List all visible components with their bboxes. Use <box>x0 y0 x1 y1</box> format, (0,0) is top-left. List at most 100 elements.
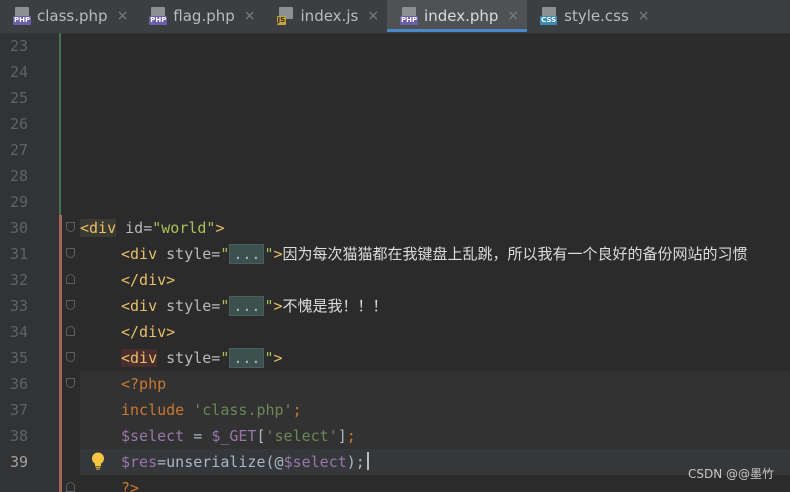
code-editor[interactable]: <div id="world"> <div style="... ">因为每次猫猫… <box>80 33 790 492</box>
line-number: 26 <box>9 115 28 133</box>
variable: $select <box>283 453 347 471</box>
code-line-36: <?php <box>121 371 166 397</box>
string-literal: 'class.php' <box>184 401 293 419</box>
close-icon[interactable]: × <box>638 8 650 24</box>
html-tag-close: > <box>273 349 283 367</box>
html-tag: <div <box>121 245 158 263</box>
code-line-38: $select = $_GET['select']; <box>121 423 356 449</box>
line-number: 28 <box>9 167 28 185</box>
vcs-change-marker-modified[interactable] <box>59 215 62 492</box>
php-file-icon: PHP <box>400 7 420 25</box>
quote: " <box>264 297 274 315</box>
tab-style-css[interactable]: CSS style.css × <box>527 0 657 32</box>
html-attribute: style= <box>157 245 221 263</box>
bracket: [ <box>256 427 266 445</box>
editor-tab-bar: PHP class.php × PHP flag.php × JS index.… <box>0 0 790 34</box>
bracket: ] <box>337 427 347 445</box>
code-line-30: <div id="world"> <box>80 215 225 241</box>
call-end: ); <box>346 453 365 471</box>
folded-placeholder[interactable]: ... <box>229 348 265 368</box>
line-number: 31 <box>9 245 28 263</box>
tab-label: index.php <box>424 7 499 25</box>
close-icon[interactable]: × <box>117 8 129 24</box>
function-call: =unserialize(@ <box>157 453 284 471</box>
folded-placeholder[interactable]: ... <box>229 244 265 264</box>
php-file-icon: PHP <box>149 7 169 25</box>
html-tag: </div> <box>121 323 176 341</box>
semicolon: ; <box>346 427 356 445</box>
tab-label: style.css <box>564 7 629 25</box>
line-number: 37 <box>9 401 28 419</box>
variable: $res <box>121 453 158 471</box>
vcs-change-marker-added[interactable] <box>59 33 61 215</box>
fold-marker-icon[interactable] <box>66 248 75 258</box>
line-number: 38 <box>9 427 28 445</box>
code-line-32: </div> <box>121 267 175 293</box>
line-number: 25 <box>9 89 28 107</box>
text-content: 不愧是我！！！ <box>282 297 388 315</box>
html-tag: <div <box>80 219 117 237</box>
fold-marker-icon[interactable] <box>66 482 75 492</box>
html-tag: <div <box>121 297 158 315</box>
quote: " <box>264 349 274 367</box>
line-number: 32 <box>9 271 28 289</box>
text-caret <box>366 452 369 470</box>
code-line-34: </div> <box>121 319 175 345</box>
html-attribute: id= <box>116 219 153 237</box>
close-icon[interactable]: × <box>244 8 256 24</box>
code-line-37: include 'class.php'; <box>121 397 302 423</box>
lightbulb-icon[interactable] <box>91 452 105 470</box>
close-icon[interactable]: × <box>367 8 379 24</box>
php-file-icon: PHP <box>13 7 33 25</box>
quote: " <box>264 245 274 263</box>
html-tag: </div> <box>121 271 176 289</box>
php-open-tag: <?php <box>121 375 167 393</box>
line-number-current: 39 <box>9 453 28 471</box>
string-literal: 'select' <box>265 427 338 445</box>
line-number: 23 <box>9 37 28 55</box>
fold-marker-icon[interactable] <box>66 326 75 336</box>
tab-label: index.js <box>300 7 359 25</box>
html-tag-close: > <box>273 297 283 315</box>
html-attribute: style= <box>157 297 221 315</box>
html-tag: <div <box>121 349 158 367</box>
code-line-33: <div style="... ">不愧是我！！！ <box>121 293 388 319</box>
fold-marker-icon[interactable] <box>66 222 75 232</box>
line-number: 36 <box>9 375 28 393</box>
line-number: 35 <box>9 349 28 367</box>
attribute-value: "world" <box>152 219 216 237</box>
keyword: include <box>121 401 185 419</box>
tab-label: class.php <box>37 7 108 25</box>
fold-marker-icon[interactable] <box>66 274 75 284</box>
code-line-40: ?> <box>121 475 139 492</box>
close-icon[interactable]: × <box>507 8 519 24</box>
js-file-icon: JS <box>276 7 297 25</box>
html-attribute: style= <box>157 349 221 367</box>
line-number: 34 <box>9 323 28 341</box>
line-number-gutter[interactable]: 23 24 25 26 27 28 29 30 31 32 33 34 35 3… <box>0 33 60 492</box>
tab-class-php[interactable]: PHP class.php × <box>0 0 136 32</box>
html-tag-close: > <box>215 219 225 237</box>
variable: $select <box>121 427 185 445</box>
tab-index-php[interactable]: PHP index.php × <box>387 0 528 32</box>
tab-label: flag.php <box>173 7 235 25</box>
fold-marker-icon[interactable] <box>66 352 75 362</box>
css-file-icon: CSS <box>540 7 560 25</box>
code-line-39: $res=unserialize(@$select); <box>121 449 369 475</box>
tab-flag-php[interactable]: PHP flag.php × <box>136 0 263 32</box>
line-number: 27 <box>9 141 28 159</box>
operator: = <box>184 427 212 445</box>
line-number: 29 <box>9 193 28 211</box>
html-tag-close: > <box>273 245 283 263</box>
text-content: 因为每次猫猫都在我键盘上乱跳，所以我有一个良好的备份网站的习惯 <box>282 245 748 263</box>
line-number: 30 <box>9 219 28 237</box>
php-close-tag: ?> <box>121 479 140 492</box>
folded-placeholder[interactable]: ... <box>229 296 265 316</box>
watermark: CSDN @@墨竹 <box>687 467 774 481</box>
fold-marker-icon[interactable] <box>66 300 75 310</box>
line-number: 33 <box>9 297 28 315</box>
code-line-31: <div style="... ">因为每次猫猫都在我键盘上乱跳，所以我有一个良好… <box>121 241 748 267</box>
fold-marker-icon[interactable] <box>66 378 75 388</box>
tab-index-js[interactable]: JS index.js × <box>264 0 388 32</box>
superglobal: $_GET <box>211 427 257 445</box>
